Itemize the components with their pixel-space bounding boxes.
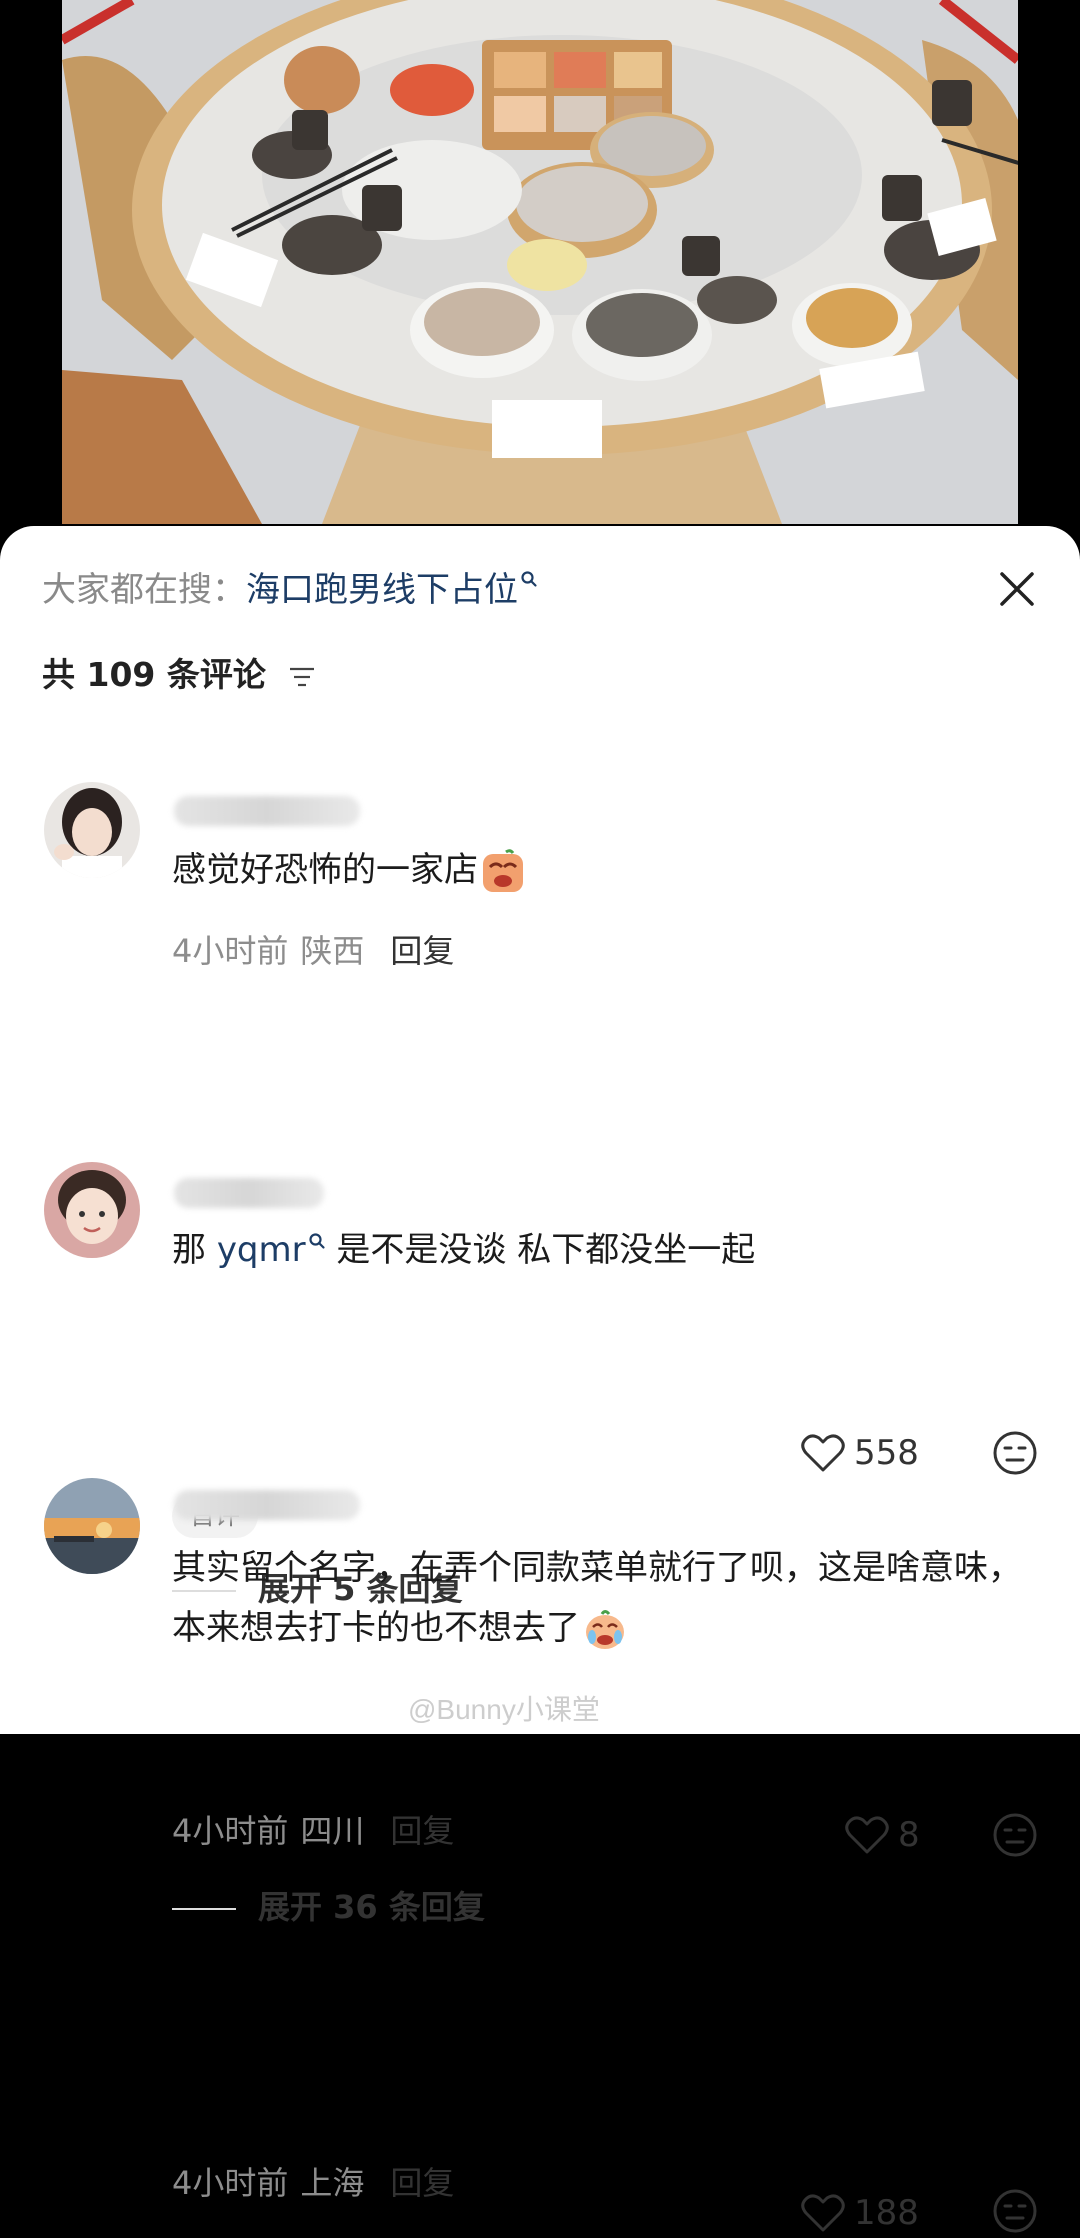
username-blurred[interactable]: [174, 1490, 360, 1520]
comment-text: 其实留个名字，在弄个同款菜单就行了呗，这是啥意味，本来想去打卡的也不想去了: [172, 1538, 1042, 1658]
comment-sheet: 大家都在搜：海口跑男线下占位 共 109 条评论 感觉好恐怖的一家店 4小时前 …: [0, 526, 1080, 2233]
search-icon[interactable]: [308, 1232, 326, 1250]
trending-search-term[interactable]: 海口跑男线下占位: [246, 570, 518, 610]
comment-time: 4小时前: [172, 932, 289, 970]
comment-meta: 4小时前 四川 回复: [172, 1808, 454, 1854]
like-button[interactable]: 188: [800, 2188, 919, 2238]
reply-button[interactable]: 回复: [390, 2164, 454, 2202]
crying-face-emoji-icon: [586, 1609, 624, 1649]
heart-icon: [801, 1434, 845, 1472]
comment-time: 4小时前: [172, 2164, 289, 2202]
comment-count-suffix: 条评论: [166, 655, 266, 694]
heart-icon: [801, 2194, 845, 2232]
comment-body: 感觉好恐怖的一家店: [172, 850, 478, 890]
like-count: 188: [854, 2193, 919, 2233]
search-icon[interactable]: [520, 570, 538, 588]
like-button[interactable]: 558: [800, 1428, 919, 1478]
dislike-face-icon[interactable]: [992, 2188, 1038, 2234]
dislike-face-icon[interactable]: [992, 1430, 1038, 1476]
avatar[interactable]: [44, 782, 140, 878]
sort-filter-icon[interactable]: [287, 662, 317, 692]
username-blurred[interactable]: [174, 796, 360, 826]
expand-replies-button[interactable]: 展开 36 条回复: [172, 1884, 485, 1930]
reply-button[interactable]: 回复: [390, 932, 454, 970]
reply-button[interactable]: 回复: [390, 1812, 454, 1850]
avatar[interactable]: [44, 1162, 140, 1258]
close-icon[interactable]: [994, 566, 1040, 612]
dislike-face-icon[interactable]: [992, 1812, 1038, 1858]
like-count: 8: [898, 1815, 920, 1855]
comment-time: 4小时前: [172, 1812, 289, 1850]
comment-region: 陕西: [300, 932, 365, 970]
comment-text: 感觉好恐怖的一家店: [172, 840, 1042, 900]
comment-region: 上海: [300, 2164, 365, 2202]
sad-face-emoji-icon: [483, 848, 523, 892]
divider-line: [172, 1908, 236, 1910]
comment-count-header: 共 109 条评论: [42, 652, 317, 698]
avatar[interactable]: [44, 1478, 140, 1574]
heart-icon: [845, 1816, 889, 1854]
like-button[interactable]: 8: [844, 1810, 920, 1860]
comment-region: 四川: [300, 1812, 365, 1850]
like-count: 558: [854, 1433, 919, 1473]
watermark-text: @Bunny小课堂: [408, 1694, 600, 1725]
comment-count-prefix: 共: [42, 655, 75, 694]
comment-text: 那 yqmr 是不是没谈 私下都没坐一起: [172, 1220, 1042, 1280]
comment-meta: 4小时前 陕西 回复: [172, 928, 454, 974]
expand-replies-label: 展开 36 条回复: [258, 1888, 485, 1926]
username-blurred[interactable]: [174, 1178, 324, 1208]
video-frame-restaurant-table[interactable]: [62, 0, 1018, 524]
mention-link[interactable]: yqmr: [217, 1230, 306, 1270]
trending-search-label: 大家都在搜：: [42, 570, 246, 610]
comment-count-number: 109: [86, 655, 156, 694]
comment-body-before: 那: [172, 1230, 217, 1270]
trending-search-row[interactable]: 大家都在搜：海口跑男线下占位: [42, 566, 538, 614]
comment-body-after: 是不是没谈 私下都没坐一起: [325, 1230, 756, 1270]
comment-meta: 4小时前 上海 回复: [172, 2160, 454, 2206]
